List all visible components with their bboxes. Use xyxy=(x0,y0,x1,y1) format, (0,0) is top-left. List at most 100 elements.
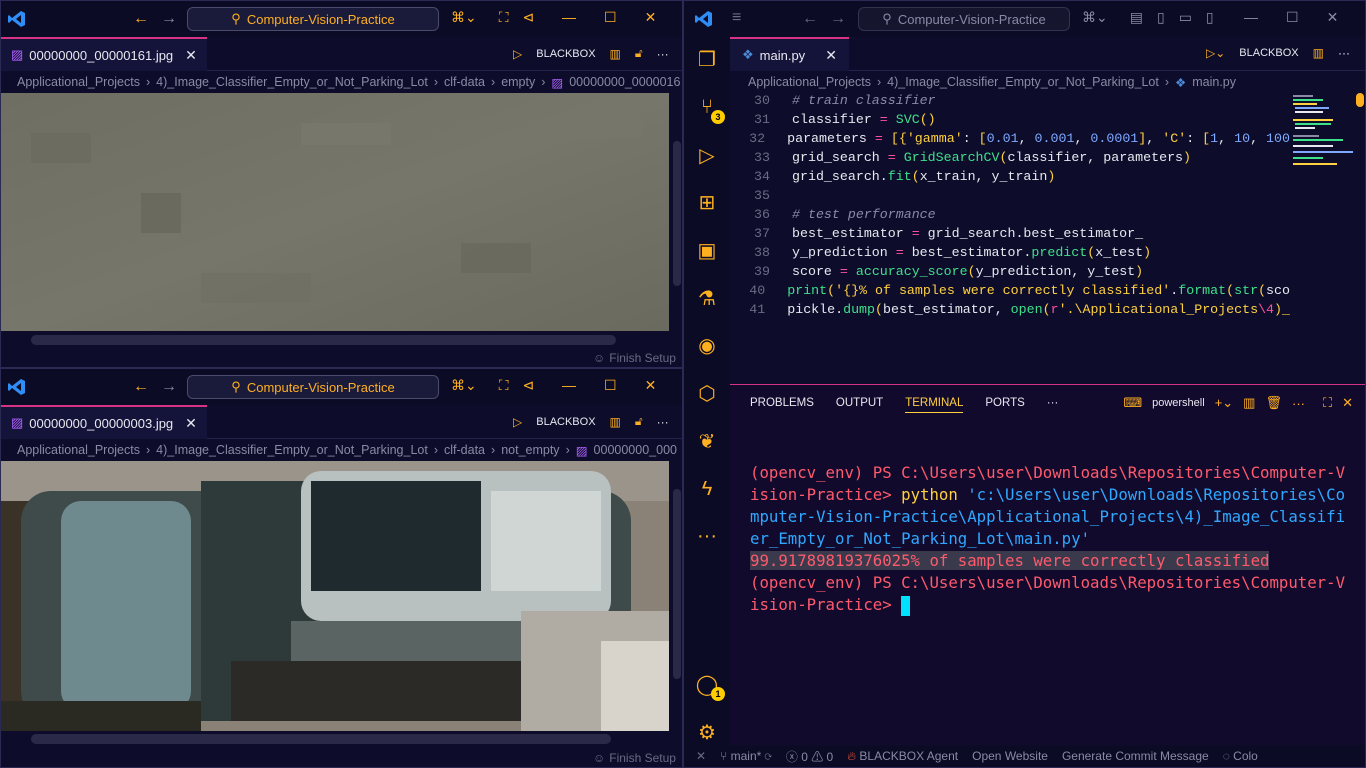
close-window-icon[interactable]: ✕ xyxy=(645,377,657,394)
more-actions-icon[interactable]: ··· xyxy=(657,415,669,429)
testing-icon[interactable]: ⚗ xyxy=(693,285,721,311)
vertical-scrollbar[interactable] xyxy=(673,141,681,286)
shell-selector[interactable]: powershell xyxy=(1152,397,1205,409)
pin-icon[interactable]: ⊲ xyxy=(523,9,535,26)
close-window-icon[interactable]: ✕ xyxy=(645,9,657,26)
minimize-icon[interactable]: — xyxy=(562,377,576,394)
blackbox-button[interactable]: BLACKBOX xyxy=(1239,47,1298,59)
mongodb-leaf-icon[interactable]: ❦ xyxy=(693,429,721,455)
search-input[interactable]: ⚲ Computer-Vision-Practice xyxy=(187,375,439,399)
code-editor[interactable]: 30 # train classifier 31 classifier = SVC()… xyxy=(730,93,1290,343)
remote-explorer-icon[interactable]: ▣ xyxy=(693,238,721,264)
open-website-item[interactable]: Open Website xyxy=(972,749,1048,763)
split-editor-icon[interactable]: ▥ xyxy=(610,415,621,429)
run-debug-icon[interactable]: ▷ xyxy=(693,142,721,168)
maximize-icon[interactable]: ☐ xyxy=(604,377,617,394)
tab-output[interactable]: OUTPUT xyxy=(836,397,883,413)
breadcrumb-item[interactable]: Applicational_Projects xyxy=(17,443,140,457)
minimize-icon[interactable]: — xyxy=(562,9,576,26)
breadcrumb-item[interactable]: 4)_Image_Classifier_Empty_or_Not_Parking… xyxy=(156,443,428,457)
breadcrumb-item[interactable]: 00000000_000 xyxy=(594,443,677,457)
account-icon[interactable]: ◯ 1 xyxy=(693,672,725,702)
forward-arrow-icon[interactable]: → xyxy=(161,378,177,396)
panel-more-icon[interactable]: ··· xyxy=(1047,397,1059,413)
github-icon[interactable]: ◉ xyxy=(693,333,721,359)
close-window-icon[interactable]: ✕ xyxy=(1327,9,1339,26)
more-actions-icon[interactable]: ··· xyxy=(1338,46,1350,60)
generate-commit-item[interactable]: Generate Commit Message xyxy=(1062,749,1209,763)
menu-icon[interactable]: ≡ xyxy=(732,9,741,27)
terminal-output[interactable]: (opencv_env) PS C:\Users\user\Downloads\… xyxy=(750,440,1350,616)
close-tab-icon[interactable]: ✕ xyxy=(185,47,197,64)
finish-setup-button[interactable]: ☺ Finish Setup xyxy=(593,751,676,765)
unlock-icon[interactable]: 🔓︎ xyxy=(635,46,643,61)
layout-sidebar-left-icon[interactable]: ▤ xyxy=(1130,9,1143,26)
copilot-icon[interactable]: ⌘⌄ xyxy=(451,377,477,394)
search-input[interactable]: ⚲ Computer-Vision-Practice xyxy=(187,7,439,31)
maximize-icon[interactable]: ☐ xyxy=(604,9,617,26)
back-arrow-icon[interactable]: ← xyxy=(133,10,149,28)
tab-image-003[interactable]: ▨ 00000000_00000003.jpg ✕ xyxy=(1,405,207,439)
back-arrow-icon[interactable]: ← xyxy=(802,10,818,28)
layout-sidebar-icon[interactable]: ▯ xyxy=(1157,9,1165,26)
blackbox-button[interactable]: BLACKBOX xyxy=(536,416,595,428)
layout-panel-icon[interactable]: ▭ xyxy=(1179,9,1192,26)
run-icon[interactable]: ▷ xyxy=(513,415,522,429)
breadcrumb-item[interactable]: clf-data xyxy=(444,75,485,89)
explorer-icon[interactable]: ❐ xyxy=(693,47,721,73)
more-views-icon[interactable]: ··· xyxy=(693,524,721,550)
color-item[interactable]: ◌ Colo xyxy=(1223,749,1258,763)
horizontal-scrollbar[interactable] xyxy=(31,734,611,744)
minimize-icon[interactable]: — xyxy=(1244,9,1258,26)
breadcrumb-item[interactable]: 4)_Image_Classifier_Empty_or_Not_Parking… xyxy=(156,75,428,89)
more-actions-icon[interactable]: ··· xyxy=(657,47,669,61)
search-input[interactable]: ⚲ Computer-Vision-Practice xyxy=(858,7,1070,31)
close-tab-icon[interactable]: ✕ xyxy=(825,47,837,64)
layout-icon[interactable]: ⛶ xyxy=(499,9,509,26)
split-editor-icon[interactable]: ▥ xyxy=(610,47,621,61)
close-tab-icon[interactable]: ✕ xyxy=(185,415,197,432)
tab-terminal[interactable]: TERMINAL xyxy=(905,397,964,413)
breadcrumb-item[interactable]: empty xyxy=(501,75,535,89)
close-panel-icon[interactable]: ✕ xyxy=(1342,395,1353,411)
tab-problems[interactable]: PROBLEMS xyxy=(750,397,814,413)
copilot-icon[interactable]: ⌘⌄ xyxy=(451,9,477,26)
containers-icon[interactable]: ⬡ xyxy=(693,381,721,407)
breadcrumb-item[interactable]: not_empty xyxy=(501,443,559,457)
trash-icon[interactable]: 🗑︎ xyxy=(1265,395,1282,411)
maximize-panel-icon[interactable]: ⛶ xyxy=(1323,395,1332,411)
layout-sidebar-right-icon[interactable]: ▯ xyxy=(1206,9,1214,26)
run-icon[interactable]: ▷ xyxy=(513,47,522,61)
forward-arrow-icon[interactable]: → xyxy=(161,10,177,28)
blackbox-agent-item[interactable]: 🔥︎ BLACKBOX Agent xyxy=(847,749,958,764)
breadcrumb-item[interactable]: 00000000_0000016 xyxy=(569,75,680,89)
back-arrow-icon[interactable]: ← xyxy=(133,378,149,396)
blackbox-button[interactable]: BLACKBOX xyxy=(536,48,595,60)
minimap[interactable] xyxy=(1289,93,1359,183)
extensions-icon[interactable]: ⊞ xyxy=(693,190,721,216)
layout-icon[interactable]: ⛶ xyxy=(499,377,509,394)
settings-gear-icon[interactable]: ⚙ xyxy=(693,719,721,745)
unlock-icon[interactable]: 🔓︎ xyxy=(635,414,643,429)
problems-item[interactable]: ⓧ 0 ⚠ 0 xyxy=(786,748,833,765)
split-terminal-icon[interactable]: ▥ xyxy=(1243,395,1255,411)
tab-main-py[interactable]: ❖ main.py ✕ xyxy=(730,37,849,71)
horizontal-scrollbar[interactable] xyxy=(31,335,616,345)
breadcrumb-item[interactable]: 4)_Image_Classifier_Empty_or_Not_Parking… xyxy=(887,75,1159,89)
maximize-icon[interactable]: ☐ xyxy=(1286,9,1299,26)
finish-setup-button[interactable]: ☺ Finish Setup xyxy=(593,351,676,365)
source-control-icon[interactable]: ⑂ 3 xyxy=(693,95,725,125)
remote-icon[interactable]: ✕ xyxy=(696,749,706,763)
breadcrumb-item[interactable]: main.py xyxy=(1192,75,1236,89)
vertical-scrollbar[interactable] xyxy=(673,489,681,679)
breadcrumb-item[interactable]: Applicational_Projects xyxy=(17,75,140,89)
breadcrumb-item[interactable]: clf-data xyxy=(444,443,485,457)
lightning-icon[interactable]: ϟ xyxy=(693,476,721,502)
breadcrumb-item[interactable]: Applicational_Projects xyxy=(748,75,871,89)
split-editor-icon[interactable]: ▥ xyxy=(1313,46,1324,60)
forward-arrow-icon[interactable]: → xyxy=(830,10,846,28)
panel-more-actions-icon[interactable]: ··· xyxy=(1292,396,1305,411)
branch-item[interactable]: ⑂ main* ⟳ xyxy=(720,749,772,763)
copilot-icon[interactable]: ⌘⌄ xyxy=(1082,9,1108,26)
new-terminal-icon[interactable]: +⌄ xyxy=(1215,395,1233,411)
